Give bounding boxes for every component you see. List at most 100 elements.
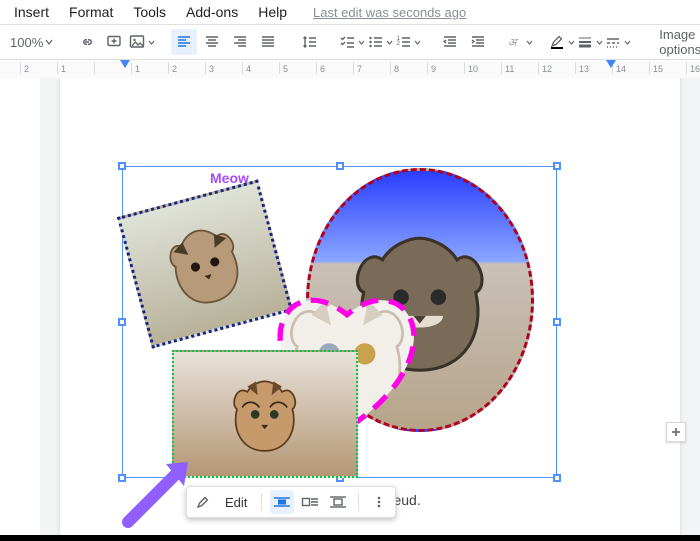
pencil-icon [196,495,210,509]
insert-link-button[interactable] [73,29,99,55]
ruler-right-margin-marker[interactable] [606,60,616,68]
menu-insert[interactable]: Insert [6,2,57,22]
zoom-dropdown[interactable]: 100% [6,29,57,55]
separator [261,493,262,511]
chevron-down-icon [526,39,533,46]
chevron-down-icon [358,39,365,46]
line-spacing-button[interactable] [297,29,323,55]
image-context-toolbar: Edit [186,486,396,518]
plus-icon [670,426,682,438]
document-workspace[interactable]: Meow [0,78,700,535]
ruler-number: 7 [357,64,362,74]
edit-label: Edit [219,495,253,510]
increase-indent-button[interactable] [465,29,491,55]
align-right-button[interactable] [227,29,253,55]
zoom-value: 100% [10,35,43,50]
cat-illustration-icon [146,207,264,320]
menubar: Insert Format Tools Add-ons Help Last ed… [0,0,700,25]
decrease-indent-button[interactable] [437,29,463,55]
comment-plus-icon [106,34,122,50]
ruler-number: 16 [690,64,700,74]
chevron-down-icon [45,38,53,46]
clear-format-icon: अ [507,34,525,50]
wrap-inline-icon [273,495,291,509]
more-options-button[interactable] [367,490,391,514]
drawing-object[interactable]: Meow [122,166,555,476]
border-weight-button[interactable] [577,29,603,55]
svg-text:2: 2 [397,41,401,47]
add-comment-button[interactable] [101,29,127,55]
last-edit-status[interactable]: Last edit was seconds ago [299,5,466,20]
ruler-number: 5 [283,64,288,74]
toolbar: 100% 12 [0,25,700,60]
menu-tools[interactable]: Tools [125,2,174,22]
ruler-number: 4 [246,64,251,74]
line-spacing-icon [301,34,319,50]
align-justify-icon [260,34,276,50]
ruler-number: 8 [394,64,399,74]
wrap-break-icon [329,495,347,509]
checklist-icon [339,34,357,50]
ruler-number: 13 [579,64,589,74]
bulleted-list-icon [367,34,385,50]
menu-addons[interactable]: Add-ons [178,2,246,22]
ruler-left-margin-marker[interactable] [120,60,130,68]
align-center-icon [204,34,220,50]
ruler-number: 2 [24,64,29,74]
cat-illustration-icon [201,371,328,458]
ruler-number: 15 [653,64,663,74]
ruler-number: 6 [320,64,325,74]
edit-drawing-button[interactable] [191,490,215,514]
align-right-icon [232,34,248,50]
bulleted-list-button[interactable] [367,29,393,55]
line-dash-icon [605,34,623,50]
checklist-button[interactable] [339,29,365,55]
wrap-inline-button[interactable] [270,490,294,514]
chevron-down-icon [414,39,421,46]
numbered-list-icon: 12 [395,34,413,50]
insert-image-button[interactable] [129,29,155,55]
ruler-number: 10 [468,64,478,74]
image-icon [129,34,147,50]
wrap-text-button[interactable] [298,490,322,514]
ruler-number: 1 [135,64,140,74]
border-dash-button[interactable] [605,29,631,55]
svg-text:अ: अ [508,37,519,49]
indent-icon [470,34,486,50]
ruler-number: 2 [172,64,177,74]
image-options-button[interactable]: Image options [647,29,700,55]
ruler-number: 3 [209,64,214,74]
clear-formatting-button[interactable]: अ [507,29,533,55]
ruler-number: 12 [542,64,552,74]
align-left-icon [176,34,192,50]
align-left-button[interactable] [171,29,197,55]
pen-icon [549,34,567,50]
outdent-icon [442,34,458,50]
chevron-down-icon [568,39,575,46]
more-vert-icon [372,495,386,509]
line-weight-icon [577,34,595,50]
wrap-text-icon [301,495,319,509]
ruler-number: 9 [431,64,436,74]
add-comment-widget[interactable] [666,422,686,442]
ruler-number: 1 [61,64,66,74]
ruler-number: 14 [616,64,626,74]
wrap-break-button[interactable] [326,490,350,514]
menu-help[interactable]: Help [250,2,295,22]
separator [358,493,359,511]
align-justify-button[interactable] [255,29,281,55]
chevron-down-icon [148,39,155,46]
chevron-down-icon [624,39,631,46]
numbered-list-button[interactable]: 12 [395,29,421,55]
cat-image-rect [172,350,358,478]
menu-format[interactable]: Format [61,2,121,22]
ruler[interactable]: 21123456789101112131415161718 [0,60,700,79]
border-color-button[interactable] [549,29,575,55]
chevron-down-icon [596,39,603,46]
document-page[interactable]: Meow [60,78,680,535]
link-icon [78,34,94,50]
chevron-down-icon [386,39,393,46]
ruler-number: 11 [505,64,514,74]
align-center-button[interactable] [199,29,225,55]
window-chrome-bottom [0,535,700,541]
